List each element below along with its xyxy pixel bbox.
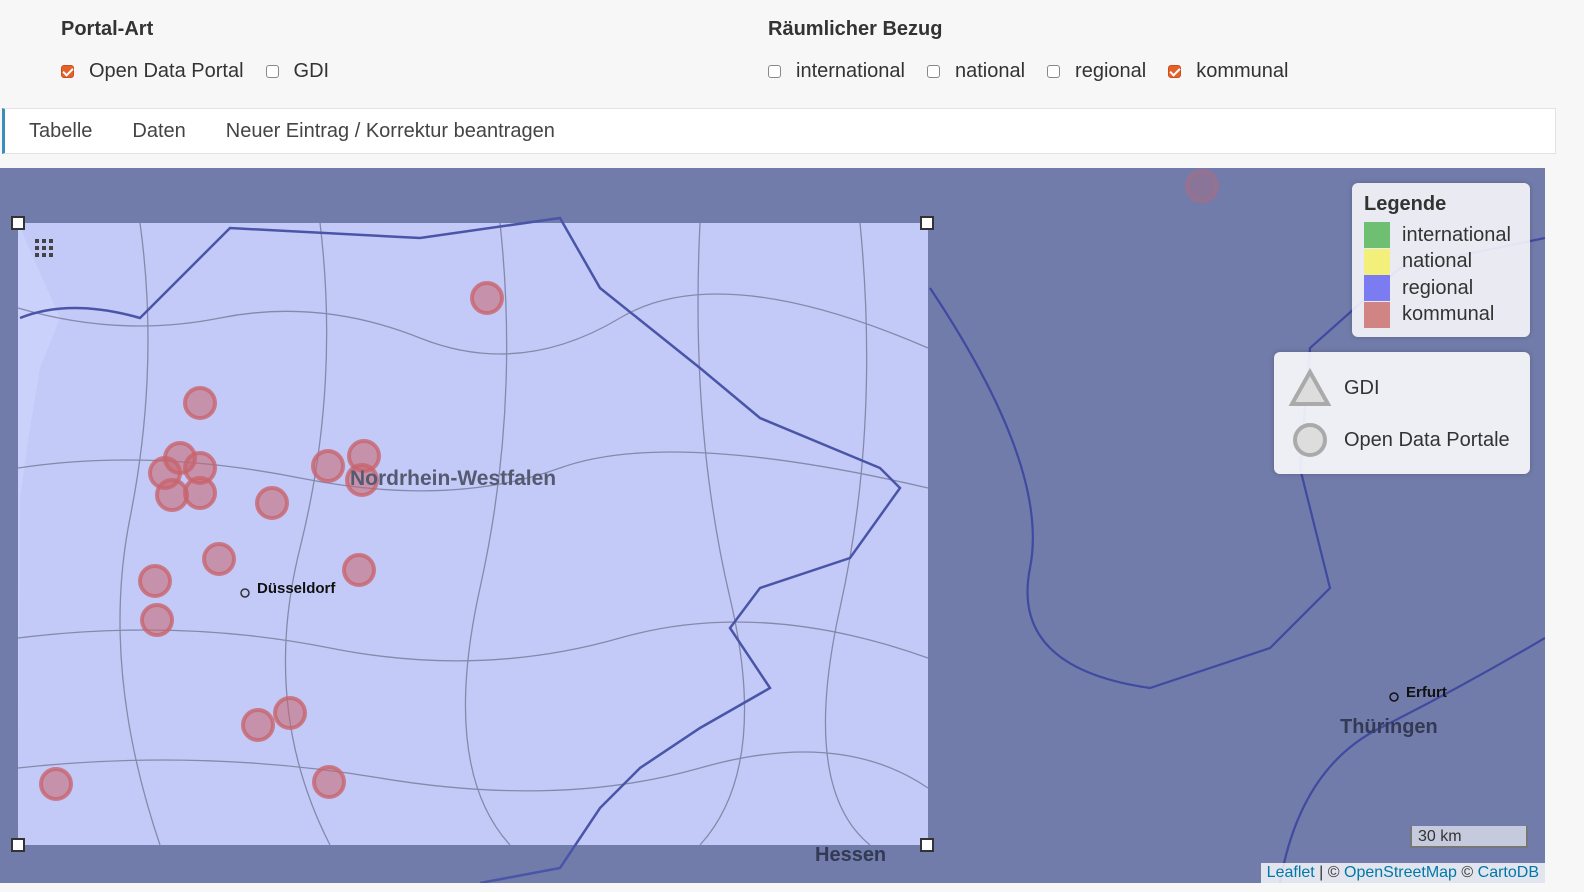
marker-open-data-portal[interactable]: [312, 765, 346, 799]
resize-handle-bottom-right[interactable]: [920, 838, 934, 852]
legend-item: national: [1364, 248, 1518, 276]
resize-handle-top-right[interactable]: [920, 216, 934, 230]
tab-daten[interactable]: Daten: [132, 120, 185, 143]
openstreetmap-link[interactable]: OpenStreetMap: [1344, 864, 1457, 881]
checkbox-unchecked-icon[interactable]: [768, 65, 781, 78]
portal-art-title: Portal-Art: [61, 18, 154, 40]
marker-open-data-portal[interactable]: [311, 449, 345, 483]
map-canvas[interactable]: Nordrhein-Westfalen Düsseldorf Hessen Er…: [0, 168, 1545, 883]
legend-item: kommunal: [1364, 301, 1518, 329]
marker-open-data-portal[interactable]: [202, 542, 236, 576]
leaflet-link[interactable]: Leaflet: [1267, 864, 1315, 881]
marker-open-data-portal[interactable]: [183, 476, 217, 510]
checkbox-label: national: [954, 60, 1026, 82]
marker-open-data-portal[interactable]: [155, 478, 189, 512]
legend-label: regional: [1402, 276, 1474, 299]
checkbox-regional[interactable]: regional: [1047, 60, 1146, 83]
tab-tabelle[interactable]: Tabelle: [29, 120, 92, 143]
filter-panel: Portal-Art Open Data Portal GDI Räumlich…: [0, 0, 1584, 108]
raeumlicher-bezug-title: Räumlicher Bezug: [768, 18, 943, 40]
checkbox-unchecked-icon[interactable]: [265, 65, 279, 78]
marker-open-data-portal[interactable]: [273, 696, 307, 730]
marker-open-data-portal[interactable]: [255, 486, 289, 520]
portal-art-options: Open Data Portal GDI: [61, 60, 351, 83]
checkbox-label: GDI: [293, 60, 330, 82]
checkbox-national[interactable]: national: [926, 60, 1026, 83]
type-legend: GDI Open Data Portale: [1274, 352, 1530, 474]
checkbox-kommunal[interactable]: kommunal: [1168, 60, 1288, 83]
checkbox-label: Open Data Portal: [89, 60, 244, 82]
checkbox-checked-icon[interactable]: [61, 65, 74, 78]
checkbox-label: international: [796, 60, 905, 82]
label-thueringen: Thüringen: [1340, 716, 1438, 738]
resize-handle-top-left[interactable]: [11, 216, 25, 230]
marker-open-data-portal[interactable]: [1185, 169, 1219, 203]
resize-handle-bottom-left[interactable]: [11, 838, 25, 852]
marker-open-data-portal[interactable]: [39, 767, 73, 801]
legend-title: Legende: [1364, 193, 1447, 215]
attribution-separator: ©: [1456, 864, 1478, 881]
checkbox-unchecked-icon[interactable]: [926, 65, 940, 78]
grid-drag-icon[interactable]: [34, 238, 54, 263]
checkbox-label: regional: [1075, 60, 1147, 82]
legend-swatch-national: [1364, 248, 1390, 275]
legend-swatch-regional: [1364, 275, 1390, 302]
marker-open-data-portal[interactable]: [342, 553, 376, 587]
tab-bar: Tabelle Daten Neuer Eintrag / Korrektur …: [2, 108, 1556, 154]
map-scale: 30 km: [1410, 826, 1528, 848]
marker-open-data-portal[interactable]: [140, 603, 174, 637]
legend-label: international: [1402, 223, 1511, 246]
label-nordrhein-westfalen: Nordrhein-Westfalen: [350, 467, 556, 490]
label-duesseldorf: Düsseldorf: [257, 580, 336, 597]
legend-label: kommunal: [1402, 303, 1495, 326]
attribution-separator: | ©: [1314, 864, 1344, 881]
cartodb-link[interactable]: CartoDB: [1478, 864, 1539, 881]
checkbox-gdi[interactable]: GDI: [265, 60, 330, 83]
legend-label: national: [1402, 250, 1473, 273]
checkbox-unchecked-icon[interactable]: [1047, 65, 1061, 78]
legend-swatch-kommunal: [1364, 301, 1390, 328]
color-legend: Legende international national regional …: [1352, 183, 1530, 337]
raeumlicher-bezug-options: international national regional kommunal: [768, 60, 1310, 83]
type-legend-item: GDI: [1288, 362, 1516, 414]
marker-open-data-portal[interactable]: [470, 281, 504, 315]
marker-open-data-portal[interactable]: [183, 386, 217, 420]
type-legend-label: Open Data Portale: [1344, 428, 1510, 451]
type-legend-item: Open Data Portale: [1288, 414, 1516, 466]
map-attribution: Leaflet | © OpenStreetMap © CartoDB: [1260, 863, 1545, 883]
checkbox-label: kommunal: [1196, 60, 1289, 82]
label-hessen: Hessen: [815, 844, 886, 866]
legend-item: regional: [1364, 275, 1518, 302]
circle-icon: [1288, 418, 1332, 462]
triangle-icon: [1288, 366, 1332, 410]
checkbox-open-data-portal[interactable]: Open Data Portal: [61, 60, 244, 83]
checkbox-international[interactable]: international: [768, 60, 905, 83]
map-view[interactable]: Nordrhein-Westfalen Düsseldorf Hessen Er…: [0, 168, 1545, 883]
type-legend-label: GDI: [1344, 376, 1380, 399]
tab-neuer-eintrag[interactable]: Neuer Eintrag / Korrektur beantragen: [226, 120, 555, 143]
marker-open-data-portal[interactable]: [241, 708, 275, 742]
label-erfurt: Erfurt: [1406, 684, 1447, 701]
legend-item: international: [1364, 222, 1518, 249]
legend-swatch-international: [1364, 222, 1390, 249]
marker-open-data-portal[interactable]: [138, 564, 172, 598]
checkbox-checked-icon[interactable]: [1168, 65, 1182, 78]
